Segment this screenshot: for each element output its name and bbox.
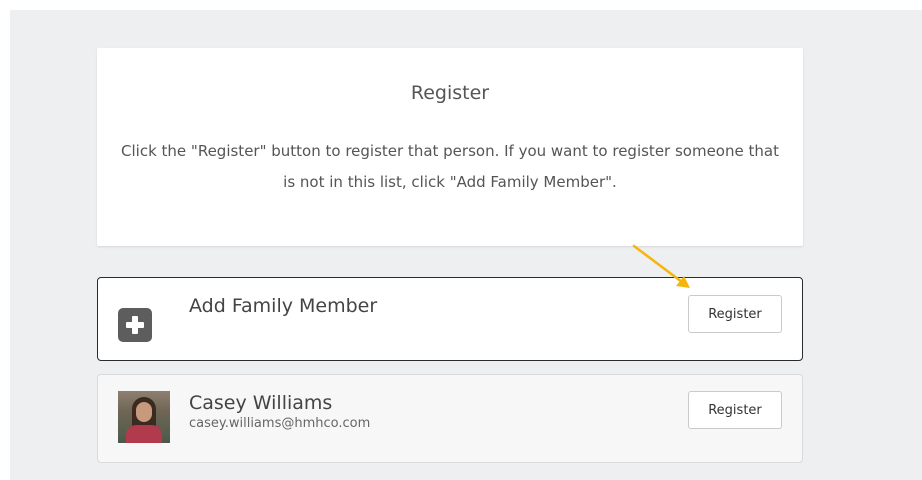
register-header-card: Register Click the "Register" button to … bbox=[97, 48, 803, 246]
plus-icon bbox=[118, 308, 152, 342]
avatar bbox=[118, 391, 170, 443]
member-email: casey.williams@hmhco.com bbox=[189, 416, 371, 431]
add-family-member-label: Add Family Member bbox=[189, 295, 378, 317]
member-name: Casey Williams bbox=[189, 392, 333, 414]
page-title: Register bbox=[410, 82, 490, 104]
instructions-text: Click the "Register" button to register … bbox=[121, 142, 779, 191]
register-add-family-member-button[interactable]: Register bbox=[688, 295, 782, 333]
register-member-button[interactable]: Register bbox=[688, 391, 782, 429]
family-member-row: Casey Williams casey.williams@hmhco.com … bbox=[97, 374, 803, 463]
page-background: Register Click the "Register" button to … bbox=[10, 10, 922, 480]
annotation-arrow-icon bbox=[632, 244, 690, 288]
